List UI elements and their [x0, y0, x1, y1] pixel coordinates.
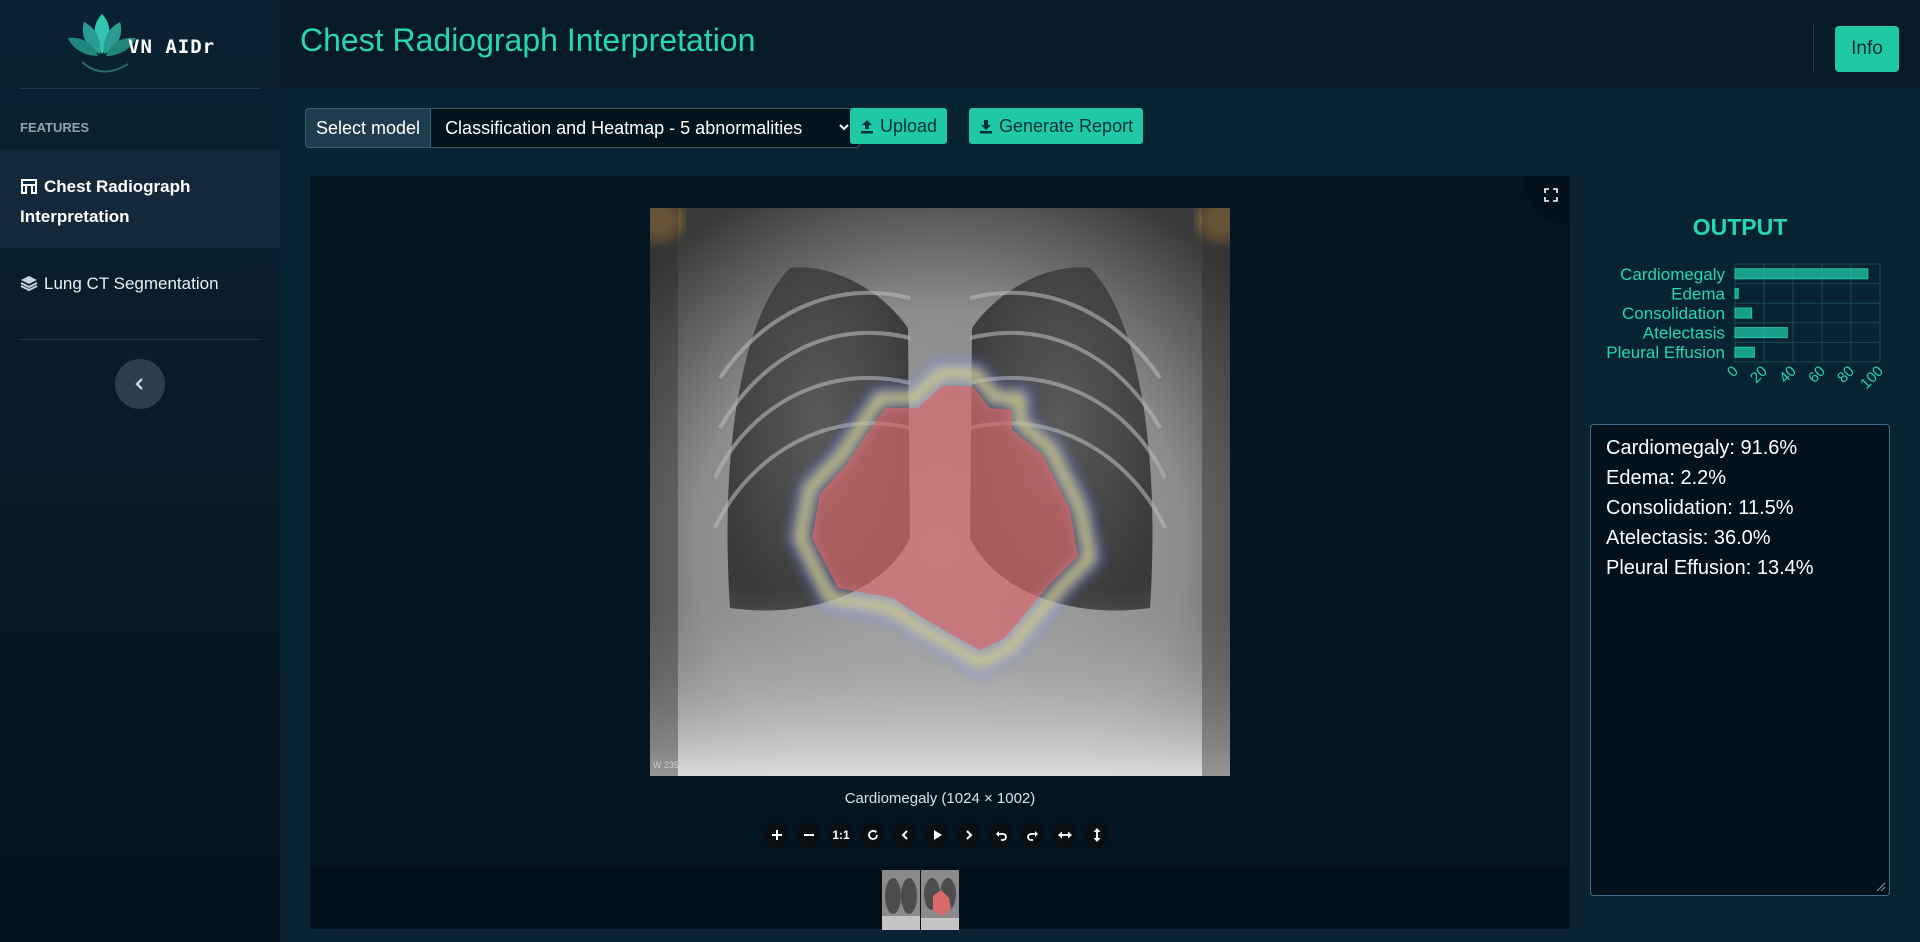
page-title: Chest Radiograph Interpretation	[300, 22, 756, 58]
refresh-icon	[868, 830, 878, 840]
tick-label: 60	[1805, 363, 1829, 387]
tick-label: 0	[1724, 363, 1742, 381]
result-line: Edema: 2.2%	[1606, 467, 1727, 489]
tick-label: 40	[1776, 363, 1800, 387]
plus-icon	[772, 830, 782, 840]
category-label: Consolidation	[1622, 304, 1725, 323]
output-title: OUTPUT	[1692, 214, 1788, 240]
model-select[interactable]: Classification and Heatmap - 5 abnormali…	[431, 109, 860, 147]
result-line: Cardiomegaly: 91.6%	[1606, 437, 1798, 459]
output-bar-chart: CardiomegalyEdemaConsolidationAtelectasi…	[1606, 263, 1887, 393]
chest-xray-image[interactable]: W 2351 : L 2945	[650, 208, 1230, 776]
upload-icon	[861, 119, 873, 133]
upload-label: Upload	[880, 115, 938, 136]
fullscreen-button[interactable]	[1522, 176, 1570, 224]
play-button[interactable]	[924, 822, 950, 848]
tick-label: 20	[1747, 363, 1771, 387]
reset-button[interactable]	[860, 822, 886, 848]
one-to-one-label: 1:1	[832, 828, 850, 842]
results-textarea[interactable]: Cardiomegaly: 91.6% Edema: 2.2% Consolid…	[1590, 424, 1890, 896]
bar	[1734, 327, 1788, 339]
resize-handle-icon[interactable]	[1876, 882, 1886, 892]
rotate-left-button[interactable]	[988, 822, 1014, 848]
sidebar-item-label: Chest Radiograph Interpretation	[20, 177, 191, 226]
next-button[interactable]	[956, 822, 982, 848]
bar	[1734, 307, 1753, 319]
generate-report-label: Generate Report	[999, 115, 1134, 136]
arrows-vertical-icon	[1093, 828, 1101, 842]
bar	[1734, 268, 1869, 280]
generate-report-button[interactable]: Generate Report	[969, 108, 1144, 144]
thumbnail-heatmap[interactable]	[921, 870, 959, 930]
sidebar-collapse-button[interactable]	[115, 359, 165, 409]
select-model-label: Select model	[306, 109, 432, 147]
result-line: Consolidation: 11.5%	[1606, 497, 1794, 519]
header: Chest Radiograph Interpretation Info	[280, 0, 1920, 88]
flip-horizontal-button[interactable]	[1052, 822, 1078, 848]
zoom-in-button[interactable]	[764, 822, 790, 848]
tick-label: 100	[1857, 363, 1887, 393]
expand-icon	[1544, 188, 1558, 202]
image-window-level: W 2351 : L 2945	[653, 760, 719, 770]
sidebar: VN AIDr FEATURES Chest Radiograph Interp…	[0, 0, 280, 942]
chevron-down-icon	[837, 120, 852, 134]
features-heading: FEATURES	[20, 120, 90, 135]
previous-button[interactable]	[892, 822, 918, 848]
bar	[1734, 287, 1739, 299]
header-divider	[1813, 24, 1814, 72]
redo-icon	[1027, 831, 1038, 841]
thumbnail-original[interactable]	[882, 870, 920, 930]
thumbnail-strip	[310, 866, 1570, 930]
tick-label: 80	[1834, 363, 1858, 387]
result-line: Atelectasis: 36.0%	[1606, 527, 1771, 549]
image-viewer: W 2351 : L 2945 Cardiomegaly (1024 × 100…	[310, 176, 1570, 930]
model-select-group: Select model Classification and Heatmap …	[305, 108, 861, 148]
divider	[20, 339, 260, 340]
sidebar-item-chest-radiograph[interactable]: Chest Radiograph Interpretation	[0, 150, 280, 248]
category-label: Edema	[1671, 284, 1725, 303]
category-label: Cardiomegaly	[1620, 265, 1725, 284]
chevron-right-icon	[966, 830, 973, 840]
play-icon	[934, 830, 942, 840]
layers-icon	[20, 276, 38, 292]
minus-icon	[804, 834, 814, 836]
zoom-out-button[interactable]	[796, 822, 822, 848]
bar	[1734, 346, 1755, 358]
rotate-right-button[interactable]	[1020, 822, 1046, 848]
download-icon	[980, 119, 992, 133]
image-caption: Cardiomegaly (1024 × 1002)	[844, 790, 1036, 807]
flip-vertical-button[interactable]	[1084, 822, 1110, 848]
chevron-left-icon	[901, 830, 908, 840]
undo-icon	[996, 831, 1007, 841]
arrows-horizontal-icon	[1058, 831, 1072, 839]
divider	[20, 88, 260, 89]
result-line: Pleural Effusion: 13.4%	[1606, 557, 1814, 579]
viewer-controls: 1:1	[764, 822, 1110, 848]
info-button[interactable]: Info	[1835, 26, 1899, 72]
sidebar-item-label: Lung CT Segmentation	[44, 274, 219, 293]
upload-button[interactable]: Upload	[850, 108, 948, 144]
one-to-one-button[interactable]: 1:1	[828, 822, 854, 848]
app-name: VN AIDr	[128, 36, 216, 58]
category-label: Pleural Effusion	[1606, 343, 1725, 362]
chevron-left-icon	[135, 378, 143, 390]
category-label: Atelectasis	[1643, 324, 1725, 343]
hospital-icon	[21, 179, 37, 194]
sidebar-item-lung-ct[interactable]: Lung CT Segmentation	[0, 266, 280, 306]
selected-model: Classification and Heatmap - 5 abnormali…	[445, 117, 803, 138]
